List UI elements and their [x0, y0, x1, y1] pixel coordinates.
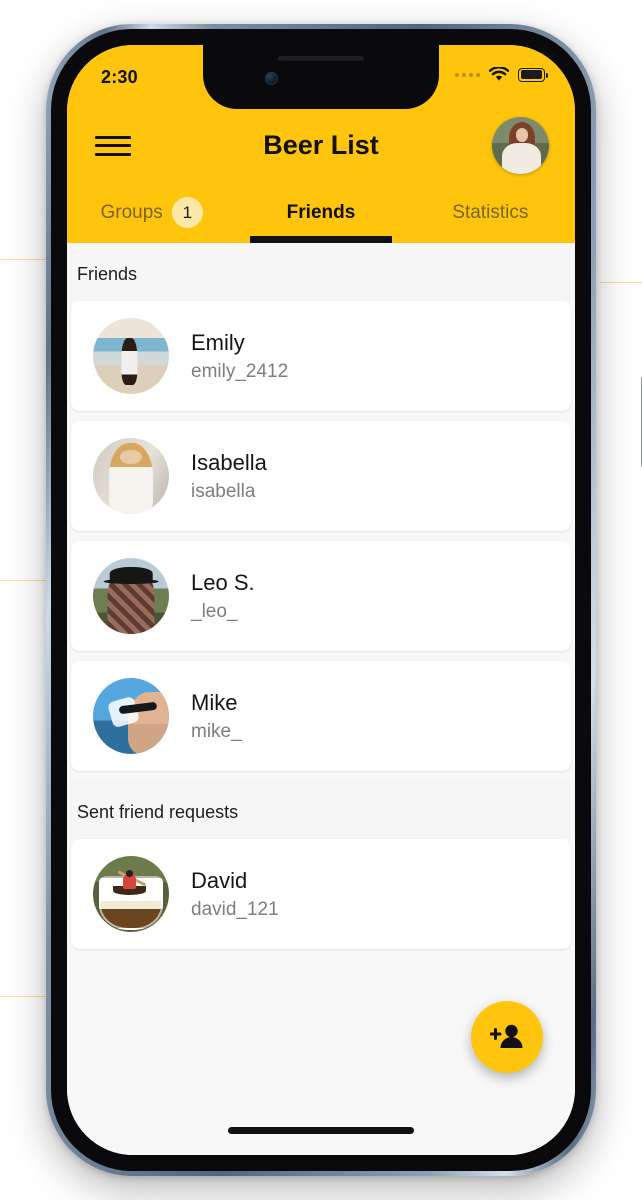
- cellular-dots-icon: [455, 72, 480, 77]
- list-item[interactable]: Emily emily_2412: [71, 301, 571, 411]
- list-item[interactable]: Mike mike_: [71, 661, 571, 771]
- avatar: [93, 438, 169, 514]
- friend-name: Mike: [191, 689, 238, 715]
- phone-frame: 2:30 Beer List Groups 1 Friends Statisti…: [46, 24, 642, 1176]
- tab-statistics-label: Statistics: [452, 201, 529, 223]
- tab-friends-label: Friends: [286, 201, 356, 223]
- tab-friends[interactable]: Friends: [236, 182, 405, 243]
- tab-statistics[interactable]: Statistics: [406, 182, 575, 243]
- friend-name: David: [191, 867, 248, 893]
- phone-bezel: 2:30 Beer List Groups 1 Friends Statisti…: [51, 29, 591, 1171]
- user-avatar[interactable]: [492, 117, 549, 174]
- earpiece-speaker-icon: [278, 56, 364, 61]
- section-header-sent-requests: Sent friend requests: [67, 781, 575, 839]
- add-friend-fab[interactable]: [471, 1001, 543, 1073]
- avatar: [93, 318, 169, 394]
- friend-name: Leo S.: [191, 569, 255, 595]
- tab-groups[interactable]: Groups 1: [67, 182, 236, 243]
- friend-username: emily_2412: [191, 360, 289, 382]
- crop-mark: [0, 580, 50, 581]
- crop-mark: [600, 282, 642, 283]
- hamburger-menu-icon[interactable]: [95, 133, 131, 159]
- friend-username: mike_: [191, 720, 242, 742]
- friend-name: Emily: [191, 329, 245, 355]
- tab-groups-label: Groups: [100, 201, 163, 223]
- person-add-icon: [489, 1022, 524, 1053]
- section-header-friends: Friends: [67, 243, 575, 301]
- friend-name: Isabella: [191, 449, 267, 475]
- wifi-icon: [488, 66, 510, 82]
- tab-bar: Groups 1 Friends Statistics: [67, 182, 575, 243]
- app-bar: Beer List: [67, 109, 575, 182]
- friend-username: isabella: [191, 480, 256, 502]
- list-item[interactable]: David david_121: [71, 839, 571, 949]
- friend-username: david_121: [191, 898, 279, 920]
- screenshot-canvas: 2:30 Beer List Groups 1 Friends Statisti…: [0, 0, 642, 1200]
- status-time: 2:30: [101, 67, 138, 87]
- avatar: [93, 558, 169, 634]
- list-item[interactable]: Isabella isabella: [71, 421, 571, 531]
- avatar: [93, 678, 169, 754]
- battery-full-icon: [518, 67, 549, 82]
- friend-username: _leo_: [191, 600, 238, 622]
- notch: [203, 45, 439, 109]
- front-camera-icon: [265, 72, 278, 85]
- phone-screen: 2:30 Beer List Groups 1 Friends Statisti…: [67, 45, 575, 1155]
- status-icons: [455, 66, 549, 82]
- home-indicator[interactable]: [228, 1127, 414, 1134]
- crop-mark: [0, 996, 52, 997]
- list-item[interactable]: Leo S. _leo_: [71, 541, 571, 651]
- groups-badge: 1: [171, 197, 203, 228]
- avatar: [93, 856, 169, 932]
